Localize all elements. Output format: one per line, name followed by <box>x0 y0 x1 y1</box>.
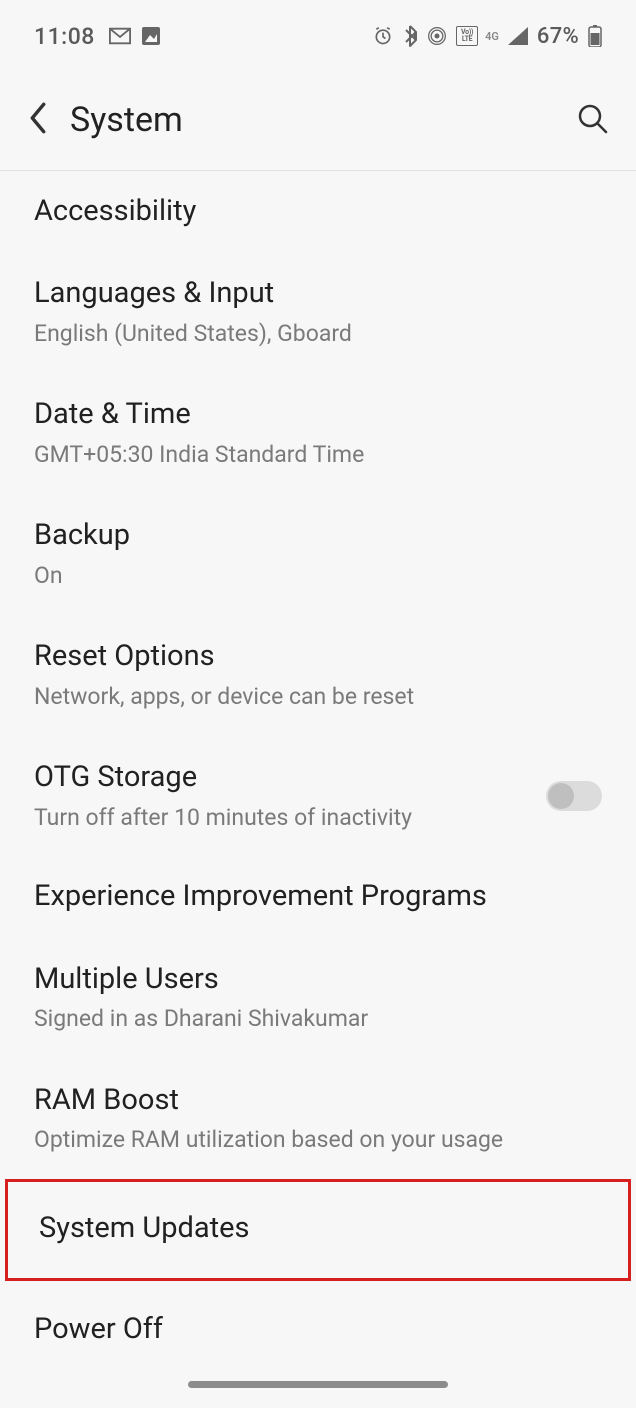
item-otg-storage[interactable]: OTG Storage Turn off after 10 minutes of… <box>0 735 636 856</box>
item-title: Date & Time <box>34 396 602 432</box>
item-subtitle: GMT+05:30 India Standard Time <box>34 441 602 470</box>
item-subtitle: Optimize RAM utilization based on your u… <box>34 1126 602 1155</box>
item-title: Multiple Users <box>34 961 602 997</box>
otg-toggle[interactable] <box>546 781 602 811</box>
item-title: Power Off <box>34 1311 602 1347</box>
volte-icon: Vo))LTE <box>456 26 478 46</box>
network-type: 4G <box>485 30 499 43</box>
item-reset-options[interactable]: Reset Options Network, apps, or device c… <box>0 614 636 735</box>
item-title: Languages & Input <box>34 275 602 311</box>
status-time: 11:08 <box>34 23 95 50</box>
item-ram-boost[interactable]: RAM Boost Optimize RAM utilization based… <box>0 1058 636 1179</box>
battery-percent: 67% <box>537 24 579 49</box>
bluetooth-icon <box>402 25 418 47</box>
item-date-time[interactable]: Date & Time GMT+05:30 India Standard Tim… <box>0 372 636 493</box>
item-subtitle: English (United States), Gboard <box>34 320 602 349</box>
item-subtitle: On <box>34 562 602 591</box>
item-multiple-users[interactable]: Multiple Users Signed in as Dharani Shiv… <box>0 937 636 1058</box>
item-title: RAM Boost <box>34 1082 602 1118</box>
item-experience-programs[interactable]: Experience Improvement Programs <box>0 856 636 936</box>
item-title: Accessibility <box>34 193 602 229</box>
item-system-updates[interactable]: System Updates <box>5 1179 631 1281</box>
item-power-off[interactable]: Power Off <box>0 1281 636 1369</box>
search-icon[interactable] <box>576 102 608 138</box>
item-title: Reset Options <box>34 638 602 674</box>
settings-list: Accessibility Languages & Input English … <box>0 171 636 1369</box>
battery-icon <box>588 25 602 47</box>
page-header: System <box>0 72 636 170</box>
item-backup[interactable]: Backup On <box>0 493 636 614</box>
status-bar: 11:08 Vo))LTE 4G 67% <box>0 0 636 72</box>
item-subtitle: Turn off after 10 minutes of inactivity <box>34 804 546 833</box>
back-icon[interactable] <box>28 102 48 138</box>
gmail-icon <box>109 27 131 45</box>
item-title: Backup <box>34 517 602 553</box>
hotspot-icon <box>427 26 447 46</box>
item-subtitle: Network, apps, or device can be reset <box>34 683 602 712</box>
item-title: OTG Storage <box>34 759 546 795</box>
item-title: System Updates <box>39 1210 597 1246</box>
item-accessibility[interactable]: Accessibility <box>0 171 636 251</box>
item-title: Experience Improvement Programs <box>34 878 602 914</box>
page-title: System <box>70 100 183 140</box>
image-icon <box>141 26 161 46</box>
signal-icon <box>508 27 528 45</box>
alarm-icon <box>373 26 393 46</box>
item-languages-input[interactable]: Languages & Input English (United States… <box>0 251 636 372</box>
item-subtitle: Signed in as Dharani Shivakumar <box>34 1005 602 1034</box>
home-indicator[interactable] <box>188 1381 448 1388</box>
